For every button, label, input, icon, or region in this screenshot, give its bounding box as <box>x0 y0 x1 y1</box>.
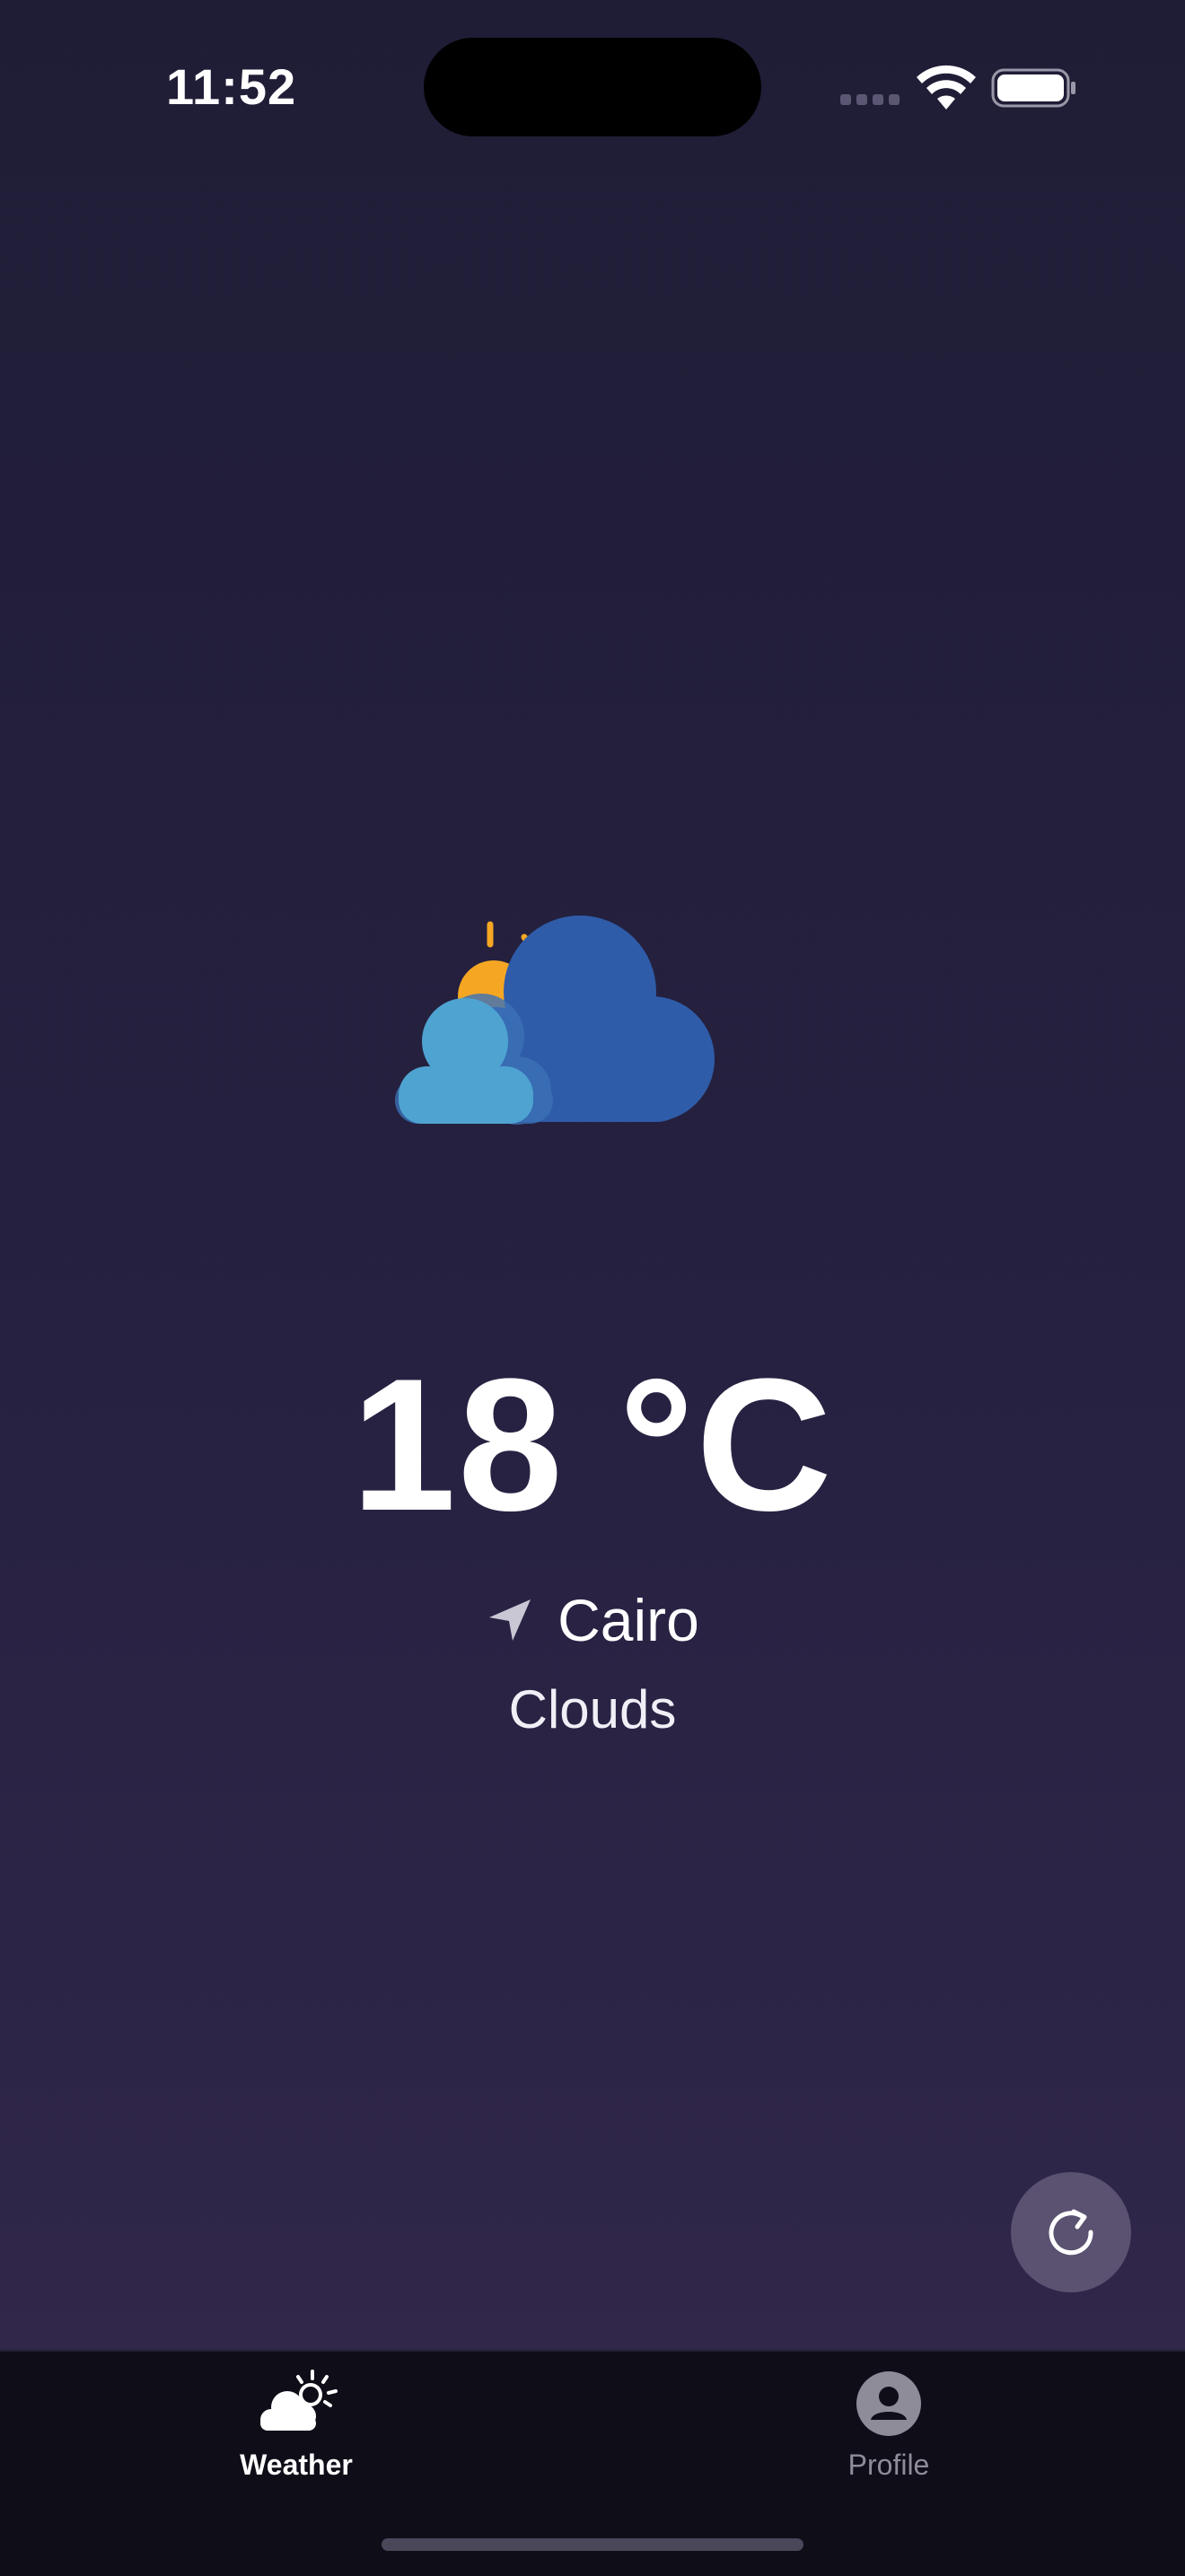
refresh-icon <box>1049 2209 1093 2256</box>
weather-icon <box>260 2370 338 2431</box>
status-time: 11:52 <box>166 58 297 115</box>
location-row: Cairo <box>0 1580 1185 1660</box>
weather-condition: Clouds <box>508 1679 677 1739</box>
tab-profile[interactable]: Profile <box>592 2352 1185 2513</box>
temperature: 18 °C <box>351 1339 834 1550</box>
dynamic-island <box>424 38 761 136</box>
tab-label-profile: Profile <box>847 2449 930 2481</box>
tab-bar: Weather Profile <box>0 2350 1185 2576</box>
cellular-signal-icon <box>840 93 905 110</box>
refresh-button[interactable] <box>1011 2172 1131 2292</box>
tab-weather[interactable]: Weather <box>0 2352 592 2513</box>
wifi-icon <box>917 65 976 110</box>
location-arrow-icon <box>489 1599 531 1641</box>
home-indicator <box>382 2538 803 2551</box>
battery-icon <box>991 68 1075 108</box>
profile-icon <box>856 2371 921 2436</box>
tab-label-weather: Weather <box>240 2449 353 2481</box>
location-name: Cairo <box>557 1587 699 1653</box>
status-bar: 11:52 <box>0 0 1185 180</box>
partly-cloudy-icon <box>395 916 715 1125</box>
